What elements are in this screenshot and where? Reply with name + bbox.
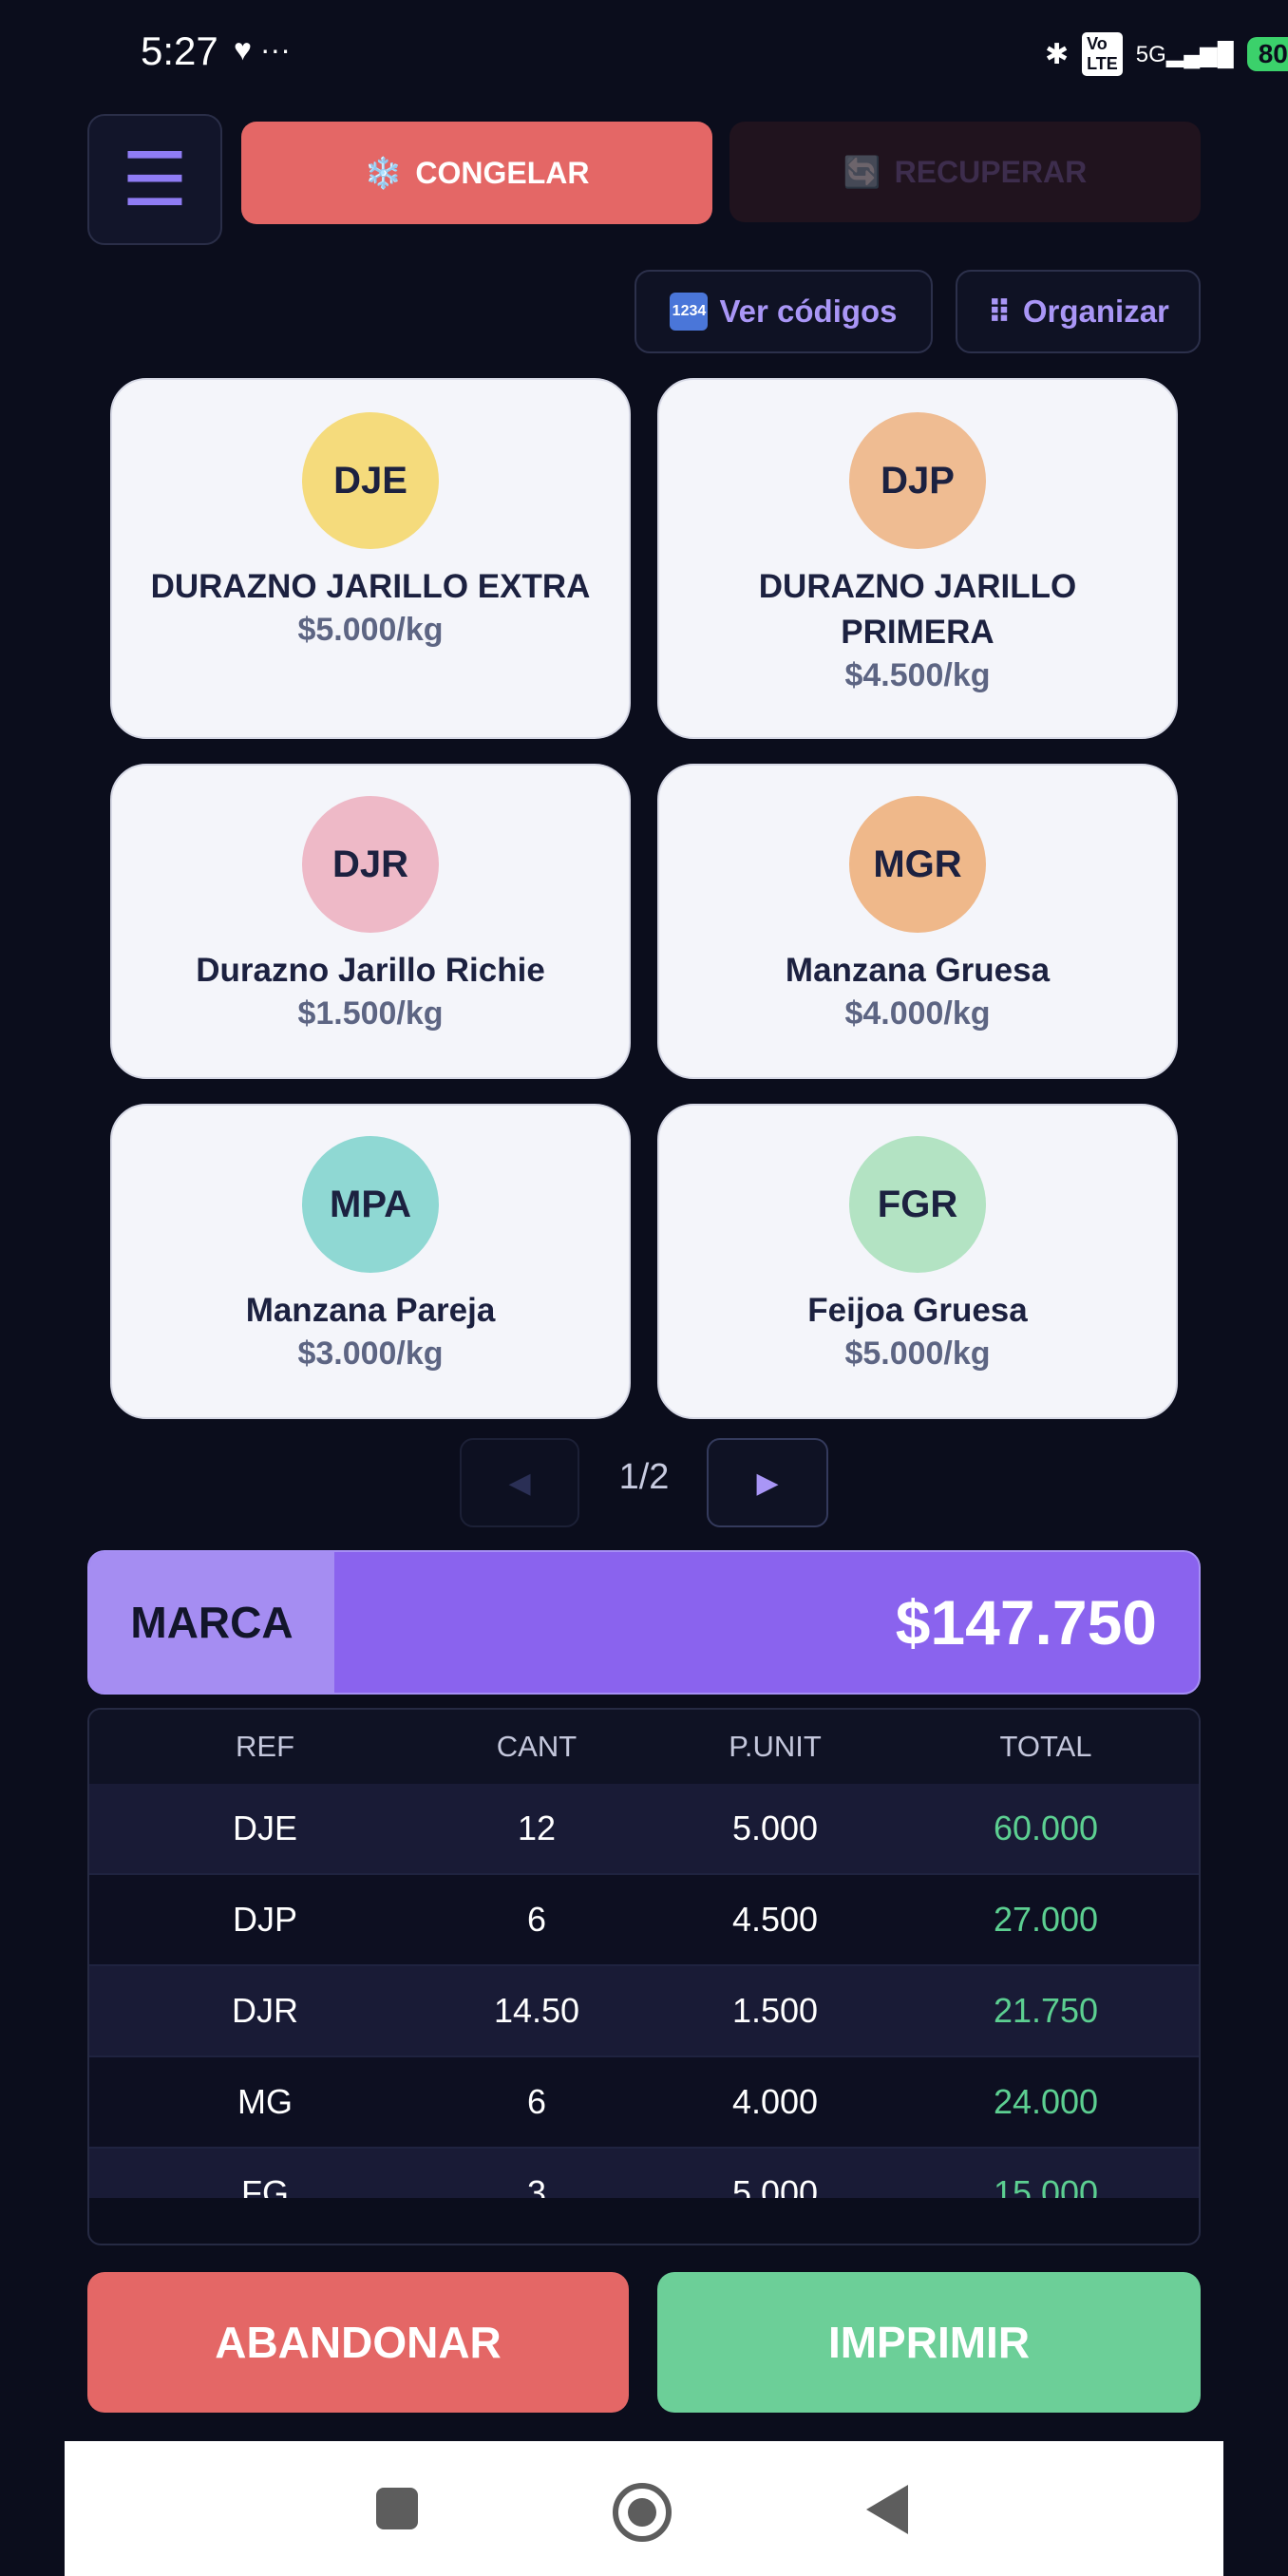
cell-unit-price: 4.000 bbox=[731, 2082, 819, 2121]
view-codes-button[interactable]: 1234 Ver códigos bbox=[635, 270, 933, 353]
cell-total: 21.750 bbox=[993, 1991, 1099, 2030]
cell-qty: 6 bbox=[526, 1900, 547, 1939]
cell-qty: 12 bbox=[517, 1809, 557, 1847]
total-amount: $147.750 bbox=[895, 1587, 1157, 1657]
next-page-button[interactable]: ▶ bbox=[707, 1438, 828, 1527]
product-name: Manzana Gruesa bbox=[785, 952, 1051, 989]
bluetooth-icon: ✱ bbox=[1045, 38, 1070, 70]
view-codes-label: Ver códigos bbox=[719, 294, 898, 329]
status-icons: ✱ Vo LTE 5G▂▄▆█ 80 ϟ bbox=[1045, 32, 1288, 76]
chevron-left-icon: ◀ bbox=[508, 1467, 531, 1499]
product-name: Manzana Pareja bbox=[245, 1292, 496, 1329]
total-bar: MARCA $147.750 bbox=[87, 1550, 1201, 1695]
abandon-button[interactable]: ABANDONAR bbox=[87, 2272, 629, 2413]
product-avatar: DJP bbox=[849, 412, 986, 549]
product-avatar: DJE bbox=[302, 412, 439, 549]
recover-label: RECUPERAR bbox=[894, 154, 1088, 189]
print-button[interactable]: IMPRIMIR bbox=[657, 2272, 1201, 2413]
heartbeat-icon: ♥ ··· bbox=[234, 32, 291, 66]
product-avatar: DJR bbox=[302, 796, 439, 933]
cell-qty: 6 bbox=[526, 2082, 547, 2121]
hamburger-menu-icon: ☰ bbox=[122, 138, 188, 221]
recents-icon[interactable] bbox=[376, 2488, 418, 2529]
cell-unit-price: 5.000 bbox=[731, 2173, 819, 2198]
product-grid: DJE DURAZNO JARILLO EXTRA $5.000/kg DJP … bbox=[110, 378, 1178, 1444]
product-card[interactable]: DJE DURAZNO JARILLO EXTRA $5.000/kg bbox=[110, 378, 631, 739]
cell-ref: FG bbox=[241, 2173, 289, 2198]
product-name: DURAZNO JARILLO EXTRA bbox=[150, 568, 591, 605]
product-card[interactable]: FGR Feijoa Gruesa $5.000/kg bbox=[657, 1104, 1178, 1419]
chevron-right-icon: ▶ bbox=[756, 1467, 779, 1499]
recover-icon: 🔄 bbox=[843, 155, 881, 189]
battery-icon: 80 bbox=[1246, 37, 1288, 71]
table-header: REF CANT P.UNIT TOTAL bbox=[89, 1710, 1199, 1784]
hamburger-menu-button[interactable]: ☰ bbox=[87, 114, 222, 245]
status-time: 5:27 bbox=[141, 28, 218, 73]
organize-button[interactable]: ⠿ Organizar bbox=[956, 270, 1201, 353]
cell-total: 15.000 bbox=[993, 2173, 1099, 2198]
prev-page-button[interactable]: ◀ bbox=[460, 1438, 579, 1527]
product-avatar: MGR bbox=[849, 796, 986, 933]
cell-unit-price: 4.500 bbox=[731, 1900, 819, 1939]
table-row[interactable]: FG 3 5.000 15.000 bbox=[89, 2149, 1199, 2198]
cell-unit-price: 5.000 bbox=[731, 1809, 819, 1847]
page-indicator: 1/2 bbox=[618, 1457, 670, 1497]
cell-total: 27.000 bbox=[993, 1900, 1099, 1939]
product-avatar: FGR bbox=[849, 1136, 986, 1273]
product-card[interactable]: DJP DURAZNO JARILLO PRIMERA $4.500/kg bbox=[657, 378, 1178, 739]
product-price: $5.000/kg bbox=[844, 1335, 991, 1372]
product-card[interactable]: MPA Manzana Pareja $3.000/kg bbox=[110, 1104, 631, 1419]
signal-5g-icon: 5G▂▄▆█ bbox=[1135, 41, 1234, 67]
product-card[interactable]: MGR Manzana Gruesa $4.000/kg bbox=[657, 764, 1178, 1079]
product-name: DURAZNO JARILLO PRIMERA bbox=[758, 568, 1077, 651]
recover-button[interactable]: 🔄 RECUPERAR bbox=[729, 122, 1201, 222]
volte-icon: Vo LTE bbox=[1082, 32, 1123, 76]
table-row[interactable]: DJR 14.50 1.500 21.750 bbox=[89, 1966, 1199, 2057]
freeze-label: CONGELAR bbox=[415, 155, 590, 190]
back-icon[interactable] bbox=[866, 2485, 908, 2534]
product-price: $4.000/kg bbox=[844, 995, 991, 1032]
cell-ref: DJR bbox=[232, 1991, 298, 2030]
home-icon[interactable] bbox=[613, 2483, 672, 2542]
table-row[interactable]: MG 6 4.000 24.000 bbox=[89, 2057, 1199, 2149]
product-card[interactable]: DJR Durazno Jarillo Richie $1.500/kg bbox=[110, 764, 631, 1079]
header-unit-price: P.UNIT bbox=[729, 1730, 822, 1763]
cell-unit-price: 1.500 bbox=[731, 1991, 819, 2030]
product-name: Durazno Jarillo Richie bbox=[196, 952, 545, 989]
header-ref: REF bbox=[236, 1730, 294, 1763]
cell-qty: 3 bbox=[526, 2173, 547, 2198]
drag-dots-icon: ⠿ bbox=[987, 294, 1012, 330]
header-total: TOTAL bbox=[999, 1730, 1092, 1763]
product-price: $1.500/kg bbox=[297, 995, 444, 1032]
product-price: $5.000/kg bbox=[297, 612, 444, 648]
table-body[interactable]: DJE 12 5.000 60.000 DJP 6 4.500 27.000 D… bbox=[89, 1784, 1199, 2198]
cell-total: 24.000 bbox=[993, 2082, 1099, 2121]
cell-qty: 14.50 bbox=[493, 1991, 580, 2030]
snowflake-icon: ❄️ bbox=[364, 156, 403, 190]
product-avatar: MPA bbox=[302, 1136, 439, 1273]
table-row[interactable]: DJE 12 5.000 60.000 bbox=[89, 1784, 1199, 1875]
cell-ref: MG bbox=[237, 2082, 293, 2121]
header-qty: CANT bbox=[496, 1730, 578, 1763]
product-price: $3.000/kg bbox=[297, 1335, 444, 1372]
freeze-button[interactable]: ❄️ CONGELAR bbox=[241, 122, 712, 224]
product-name: Feijoa Gruesa bbox=[807, 1292, 1028, 1329]
product-price: $4.500/kg bbox=[844, 657, 991, 693]
numbers-icon: 1234 bbox=[670, 293, 709, 331]
organize-label: Organizar bbox=[1022, 294, 1169, 329]
cell-total: 60.000 bbox=[993, 1809, 1099, 1847]
table-row[interactable]: DJP 6 4.500 27.000 bbox=[89, 1875, 1199, 1966]
cell-ref: DJE bbox=[232, 1809, 297, 1847]
order-table: REF CANT P.UNIT TOTAL DJE 12 5.000 60.00… bbox=[87, 1708, 1201, 2245]
cell-ref: DJP bbox=[232, 1900, 297, 1939]
brand-label[interactable]: MARCA bbox=[89, 1552, 334, 1693]
